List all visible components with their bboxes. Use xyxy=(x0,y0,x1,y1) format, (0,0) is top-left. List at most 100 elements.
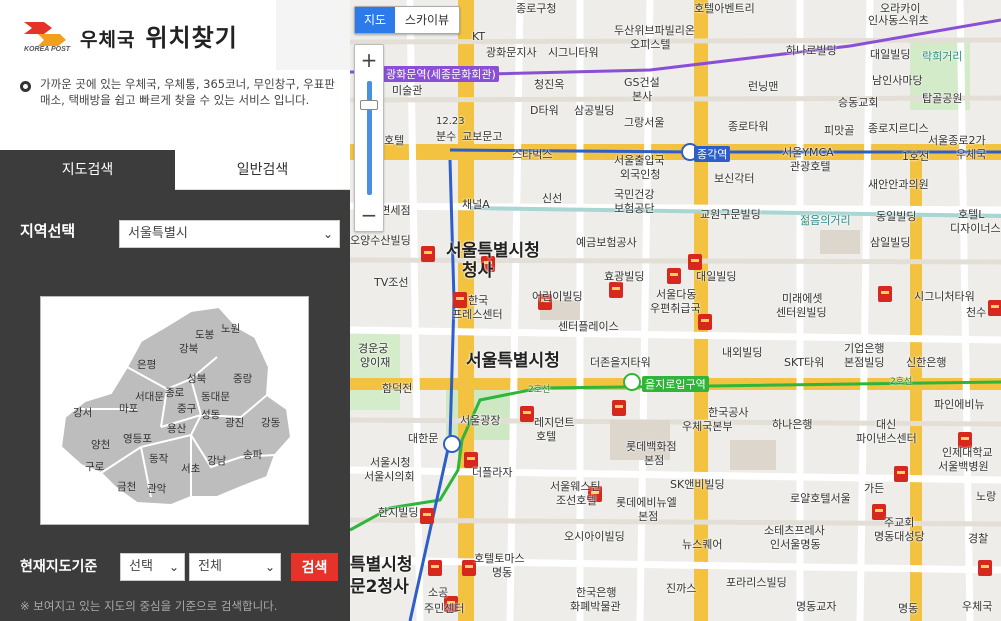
station-jonggak[interactable]: 종각역 xyxy=(694,146,731,162)
district-geumcheon[interactable]: 금천 xyxy=(117,479,136,494)
district-gangseo[interactable]: 강서 xyxy=(73,405,92,420)
map-label: 젊음의거리 xyxy=(800,214,851,227)
district-seodaemun[interactable]: 서대문 xyxy=(135,389,164,404)
district-yangcheon[interactable]: 양천 xyxy=(91,437,110,452)
map-type-toggle: 지도 스카이뷰 xyxy=(354,6,460,34)
district-nowon[interactable]: 노원 xyxy=(221,321,240,336)
map-label: 호텔 xyxy=(536,430,557,443)
search-button[interactable]: 검색 xyxy=(291,553,338,581)
district-jung[interactable]: 중구 xyxy=(177,401,196,416)
map-label: 인사동스위츠 xyxy=(868,14,929,27)
post-pin-icon[interactable] xyxy=(878,286,892,302)
map-label: 가든 xyxy=(864,482,885,495)
map-label: 종로타워 xyxy=(728,120,769,133)
map-label: 2호선 xyxy=(528,385,551,395)
map-label: 광화문지사 xyxy=(486,46,537,59)
map-label: 주민센터 xyxy=(424,602,465,615)
map-label: 1호선 xyxy=(902,150,930,163)
post-pin-icon[interactable] xyxy=(894,466,908,482)
post-pin-icon[interactable] xyxy=(978,560,992,576)
map-label: 서울시의회 xyxy=(364,470,415,483)
skyview-button[interactable]: 스카이뷰 xyxy=(395,7,459,33)
district-yongsan[interactable]: 용산 xyxy=(167,421,186,436)
district-songpa[interactable]: 송파 xyxy=(243,447,262,462)
district-guro[interactable]: 구로 xyxy=(85,459,104,474)
map-label: 보신각터 xyxy=(714,172,755,185)
post-pin-icon[interactable] xyxy=(609,282,623,298)
map-label: 파이낸스센터 xyxy=(856,432,917,445)
district-dongdaemun[interactable]: 동대문 xyxy=(201,389,230,404)
post-pin-icon[interactable] xyxy=(428,560,442,576)
map-label: 조선호텔 xyxy=(556,494,597,507)
district-dongjak[interactable]: 동작 xyxy=(149,451,168,466)
map-label: 종로지르디스 xyxy=(868,122,929,135)
district-dobong[interactable]: 도봉 xyxy=(195,327,214,342)
map-label: 호텔아벤트리 xyxy=(694,2,755,15)
map-label: 외국인청 xyxy=(620,168,661,181)
district-gangnam[interactable]: 강남 xyxy=(207,453,226,468)
district-gangbuk[interactable]: 강북 xyxy=(179,341,198,356)
map-label: 청사 xyxy=(462,261,494,281)
district-seongbuk[interactable]: 성북 xyxy=(187,371,206,386)
map-label: KT xyxy=(472,30,486,43)
map-label: 종로구청 xyxy=(516,2,557,15)
map-label: 피맛골 xyxy=(824,124,855,137)
current-basis-label: 현재지도기준 xyxy=(20,559,98,575)
facility-type-select[interactable]: 선택 ⌄ xyxy=(120,553,185,581)
zoom-out-button[interactable]: − xyxy=(355,201,383,231)
page-title: 우체국 위치찾기 xyxy=(80,18,238,53)
tab-general-search[interactable]: 일반검색 xyxy=(175,150,350,190)
district-seocho[interactable]: 서초 xyxy=(181,461,200,476)
chevron-down-icon: ⌄ xyxy=(264,560,275,574)
logo-box: KOREA POST 우체국 위치찾기 xyxy=(0,0,276,70)
search-note: ※ 보여지고 있는 지도의 중심을 기준으로 검색합니다. xyxy=(20,599,278,613)
district-yeongdeungpo[interactable]: 영등포 xyxy=(123,431,152,446)
map-label: 채널A xyxy=(462,198,490,211)
map-canvas[interactable]: 종로구청 호텔아벤트리 오라카이 인사동스위츠 두산위브파빌리온 오피스텔 시그… xyxy=(350,0,1001,621)
map-label: 경찰 xyxy=(968,532,989,545)
map-label: 관광호텔 xyxy=(790,160,831,173)
district-gwangjin[interactable]: 광진 xyxy=(225,415,244,430)
station-gwanghwamun[interactable]: 광화문역(세종문화회관) xyxy=(383,66,499,82)
zoom-slider-track[interactable] xyxy=(367,81,372,195)
district-mapo[interactable]: 마포 xyxy=(119,401,138,416)
region-select[interactable]: 서울특별시 ⌄ xyxy=(119,220,340,248)
district-jungnang[interactable]: 중랑 xyxy=(233,371,252,386)
station-euljiro[interactable]: 을지로입구역 xyxy=(642,376,709,392)
map-label: 본점빌딩 xyxy=(844,356,885,369)
facility-subtype-select[interactable]: 전체 ⌄ xyxy=(189,553,281,581)
district-jongno[interactable]: 종로 xyxy=(165,385,184,400)
seoul-district-map: 도봉 노원 강북 은평 성북 중랑 종로 동대문 서대문 마포 중구 성동 강서… xyxy=(40,296,309,525)
map-label: 더존을지타워 xyxy=(590,356,651,369)
post-pin-icon[interactable] xyxy=(667,268,681,284)
map-label: SKT타워 xyxy=(784,356,825,369)
district-eunpyeong[interactable]: 은평 xyxy=(137,357,156,372)
map-label: 대일빌딩 xyxy=(696,270,737,283)
zoom-slider-handle[interactable] xyxy=(360,100,378,110)
post-pin-icon[interactable] xyxy=(698,314,712,330)
title-prefix: 우체국 xyxy=(80,29,136,51)
side-panel: KOREA POST 우체국 위치찾기 가까운 곳에 있는 우체국, 우체통, 3… xyxy=(0,0,350,621)
title-main: 위치찾기 xyxy=(145,24,238,52)
map-view-button[interactable]: 지도 xyxy=(355,7,395,33)
map-label: 우체국 xyxy=(956,148,987,161)
map-label: 프레스센터 xyxy=(452,308,503,321)
post-pin-icon[interactable] xyxy=(420,508,434,524)
post-pin-icon[interactable] xyxy=(421,246,435,262)
map-label: 화폐박물관 xyxy=(570,600,621,613)
post-pin-icon[interactable] xyxy=(520,406,534,422)
map-label: 서울광장 xyxy=(460,414,501,427)
district-gangdong[interactable]: 강동 xyxy=(261,415,280,430)
map-label: 탑골공원 xyxy=(922,92,963,105)
district-seongdong[interactable]: 성동 xyxy=(201,407,220,422)
tab-map-search[interactable]: 지도검색 xyxy=(0,150,175,190)
map-label: 삼일빌딩 xyxy=(870,236,911,249)
post-pin-icon[interactable] xyxy=(988,300,1001,316)
post-pin-icon[interactable] xyxy=(612,400,626,416)
zoom-in-button[interactable]: + xyxy=(355,45,383,75)
map-label: 문2청사 xyxy=(350,577,409,597)
map-label: 서울백병원 xyxy=(938,460,989,473)
map-label: 하나은행 xyxy=(772,418,813,431)
district-gwanak[interactable]: 관악 xyxy=(147,481,166,496)
map-label: 12.23 xyxy=(436,116,465,127)
